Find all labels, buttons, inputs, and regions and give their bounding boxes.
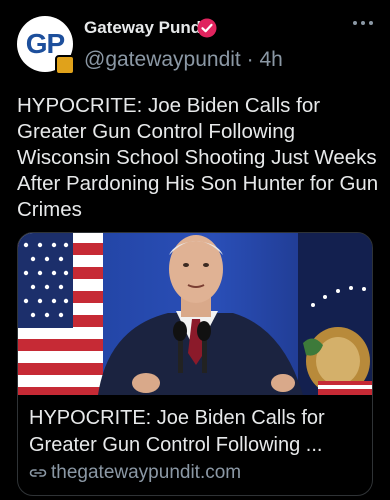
handle-row: @gatewaypundit · 4h bbox=[84, 48, 283, 72]
link-card[interactable]: HYPOCRITE: Joe Biden Calls for Greater G… bbox=[17, 232, 373, 496]
author-name[interactable]: Gateway Pundit bbox=[84, 18, 212, 38]
card-domain: thegatewaypundit.com bbox=[29, 462, 241, 484]
post-text: HYPOCRITE: Joe Biden Calls for Greater G… bbox=[17, 94, 379, 221]
affiliate-badge-icon bbox=[55, 55, 75, 75]
card-image bbox=[18, 233, 372, 395]
link-icon bbox=[29, 469, 47, 477]
verified-badge-icon bbox=[197, 18, 217, 38]
card-title: HYPOCRITE: Joe Biden Calls for Greater G… bbox=[29, 407, 325, 456]
author-handle[interactable]: @gatewaypundit bbox=[84, 48, 241, 71]
separator-dot: · bbox=[246, 48, 254, 71]
more-options-icon[interactable] bbox=[352, 18, 374, 28]
card-domain-text: thegatewaypundit.com bbox=[51, 462, 242, 483]
post-time[interactable]: 4h bbox=[259, 48, 282, 71]
post[interactable]: GP Gateway Pundit @gatewaypundit · 4h HY… bbox=[0, 0, 390, 500]
